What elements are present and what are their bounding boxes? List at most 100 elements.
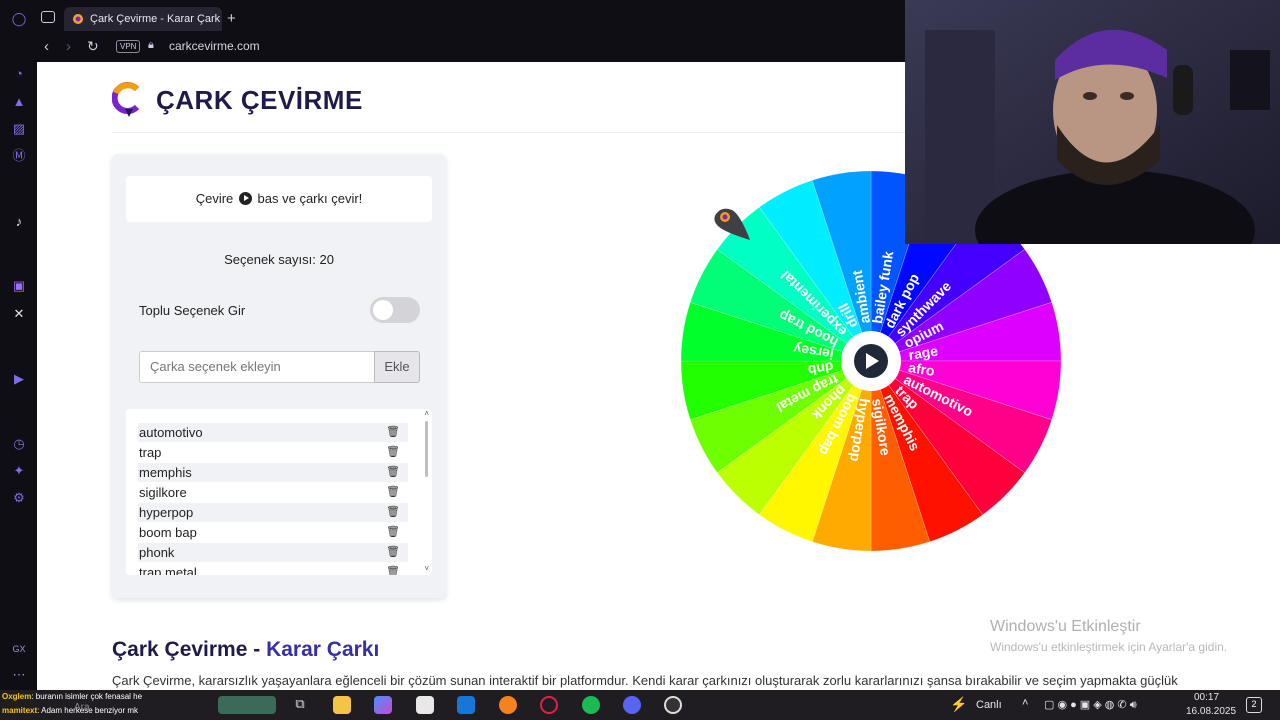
- weather-icon: ⚡: [950, 696, 968, 712]
- delete-icon[interactable]: 🗑︎: [386, 503, 400, 522]
- opera-logo-icon[interactable]: ◯: [11, 11, 27, 27]
- chat-user-1: Oxglem: [2, 692, 32, 701]
- store-icon[interactable]: [416, 696, 434, 714]
- options-list[interactable]: ˄ ˅ automotivo 🗑︎ trap 🗑︎ memphis 🗑︎ sigilkore…: [126, 409, 432, 575]
- list-item: phonk 🗑︎: [138, 543, 408, 562]
- delete-icon[interactable]: 🗑︎: [386, 563, 400, 575]
- tab-manager-icon[interactable]: [41, 11, 55, 23]
- list-item: memphis 🗑︎: [138, 463, 408, 482]
- delete-icon[interactable]: 🗑︎: [386, 463, 400, 482]
- search-hint[interactable]: Ara: [74, 702, 90, 713]
- tray-chevron-icon[interactable]: ˄: [1022, 697, 1028, 709]
- x-icon[interactable]: ✕: [11, 306, 27, 322]
- streamer-camera-image: [905, 0, 1280, 244]
- page-heading: Çark Çevirme - Karar Çarkı: [112, 638, 379, 662]
- discord-icon[interactable]: [623, 696, 641, 714]
- clock-time[interactable]: 00:17: [1194, 692, 1219, 703]
- scrollbar-thumb[interactable]: [425, 421, 428, 477]
- list-item: boom bap 🗑︎: [138, 523, 408, 542]
- reload-icon[interactable]: ↻: [87, 38, 99, 55]
- activation-watermark-sub: Windows'u etkinleştirmek için Ayarlar'a …: [990, 640, 1228, 654]
- site-logo-icon: [112, 82, 140, 117]
- task-view-icon[interactable]: ⧉: [291, 696, 309, 714]
- instruction-box: Çevire bas ve çarkı çevir!: [126, 176, 432, 222]
- taskbar: Oxglem: buranın isimler çok fenasal he m…: [0, 690, 1280, 720]
- tray-icons[interactable]: ▢ ◉ ● ▣ ◈ ◍ ✆ 🔊︎: [1044, 698, 1137, 712]
- scrollbar[interactable]: [425, 417, 429, 567]
- forward-icon[interactable]: ›: [66, 38, 71, 55]
- chat-line-2: mamitext: Adam herkese benziyor mk: [2, 706, 138, 715]
- list-item-label: hyperpop: [139, 505, 194, 520]
- tab-title: Çark Çevirme - Karar Çark: [90, 13, 221, 25]
- player-icon[interactable]: ▶: [11, 371, 27, 387]
- widget-icon[interactable]: [218, 696, 276, 714]
- site-favicon-icon: [73, 14, 83, 24]
- list-item: sigilkore 🗑︎: [138, 483, 408, 502]
- more-icon[interactable]: ⋯: [11, 667, 27, 683]
- list-item-label: boom bap: [139, 525, 197, 540]
- delete-icon[interactable]: 🗑︎: [386, 443, 400, 462]
- chat-line-1: Oxglem: buranın isimler çok fenasal he: [2, 692, 142, 701]
- obs-icon[interactable]: [664, 696, 682, 714]
- outlook-icon[interactable]: [457, 696, 475, 714]
- chat-text-1: : buranın isimler çok fenasal he: [31, 692, 143, 701]
- delete-icon[interactable]: 🗑︎: [386, 543, 400, 562]
- list-item-label: trap metal: [139, 565, 197, 575]
- history-icon[interactable]: ◷: [11, 436, 27, 452]
- list-item: trap 🗑︎: [138, 443, 408, 462]
- heading-part2: Karar Çarkı: [266, 638, 380, 661]
- option-count: Seçenek sayısı: 20: [224, 252, 334, 267]
- browser-sidebar: ◯ ◔ ▲ ▨ Ⓜ ♪ ▣ ✕ ▶ ◷ ✦ ⚙ GX ⋯: [0, 0, 37, 690]
- option-input[interactable]: Çarka seçenek ekleyin: [139, 351, 375, 383]
- play-inline-icon: [238, 192, 252, 205]
- clock-date[interactable]: 16.08.2025: [1186, 706, 1236, 717]
- list-item: trap metal 🗑︎: [138, 563, 408, 575]
- aria-icon[interactable]: ◔: [11, 66, 27, 82]
- browser-window: ◯ ◔ ▲ ▨ Ⓜ ♪ ▣ ✕ ▶ ◷ ✦ ⚙ GX ⋯ Çark Çevirm…: [0, 0, 1280, 690]
- gx-icon[interactable]: GX: [11, 641, 27, 657]
- messenger-icon[interactable]: Ⓜ: [11, 148, 27, 164]
- copilot-icon[interactable]: [374, 696, 392, 714]
- notification-icon[interactable]: 2: [1246, 697, 1262, 713]
- active-tab[interactable]: Çark Çevirme - Karar Çark: [64, 7, 222, 31]
- delete-icon[interactable]: 🗑︎: [386, 483, 400, 502]
- heading-part1: Çark Çevirme -: [112, 638, 267, 661]
- weather-label[interactable]: Canlı: [976, 699, 1002, 711]
- list-item: hyperpop 🗑︎: [138, 503, 408, 522]
- extensions-icon[interactable]: ✦: [11, 463, 27, 479]
- toggle-knob: [373, 300, 393, 320]
- list-item-label: phonk: [139, 545, 175, 560]
- list-item-label: sigilkore: [139, 485, 187, 500]
- opera-gx-icon[interactable]: [540, 696, 558, 714]
- new-tab-icon[interactable]: +: [227, 10, 236, 27]
- chat-user-2: mamitext: [2, 706, 38, 715]
- bulk-entry-label: Toplu Seçenek Gir: [139, 303, 246, 318]
- delete-icon[interactable]: 🗑︎: [386, 523, 400, 542]
- bulk-entry-toggle[interactable]: [370, 297, 420, 323]
- url-field[interactable]: carkcevirme.com: [169, 39, 260, 53]
- add-option-button[interactable]: Ekle: [374, 351, 420, 383]
- list-item-label: trap: [139, 445, 162, 460]
- delete-icon[interactable]: 🗑︎: [386, 423, 400, 442]
- twitch-icon[interactable]: ▣: [11, 278, 27, 294]
- settings-icon[interactable]: ⚙: [11, 490, 27, 506]
- crypto-icon[interactable]: ▲: [11, 94, 27, 110]
- spotify-icon[interactable]: [582, 696, 600, 714]
- list-item: automotivo 🗑︎: [138, 423, 408, 442]
- back-icon[interactable]: ‹: [44, 38, 49, 55]
- list-item-label: automotivo: [139, 425, 203, 440]
- instruction-text-end: bas ve çarkı çevir!: [257, 191, 363, 206]
- instruction-text-start: Çevire: [195, 191, 234, 206]
- wheel-pointer-icon: [714, 208, 750, 240]
- file-explorer-icon[interactable]: [333, 696, 351, 714]
- lock-icon[interactable]: 🔒︎: [148, 39, 154, 52]
- webcam-overlay: [905, 0, 1280, 244]
- scroll-down-icon[interactable]: ˅: [424, 564, 429, 573]
- address-bar: ‹ › ↻ VPN 🔒︎ carkcevirme.com: [36, 36, 936, 62]
- intro-paragraph: Çark Çevirme, kararsızlık yaşayanlara eğ…: [112, 673, 1178, 688]
- site-logo-text[interactable]: ÇARK ÇEVİRME: [156, 85, 363, 116]
- tiktok-icon[interactable]: ♪: [11, 214, 27, 230]
- fl-studio-icon[interactable]: [499, 696, 517, 714]
- easy-setup-icon[interactable]: ▨: [11, 121, 27, 137]
- vpn-badge[interactable]: VPN: [116, 40, 141, 53]
